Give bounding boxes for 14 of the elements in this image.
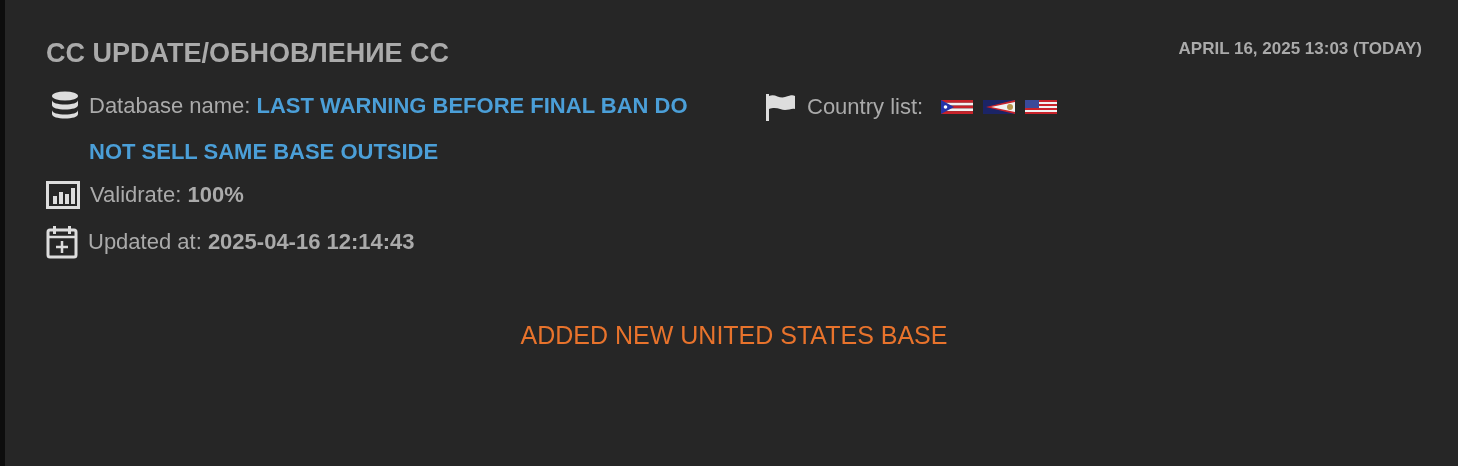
post-title: CC UPDATE/ОБНОВЛЕНИЕ СС bbox=[46, 38, 450, 69]
database-name: Database name: LAST WARNING BEFORE FINAL BAN DO NOT SELL SAME BASE OUTSIDE bbox=[89, 92, 689, 166]
bar-chart-icon bbox=[46, 181, 80, 209]
post-date: APRIL 16, 2025 13:03 (TODAY) bbox=[1178, 39, 1422, 59]
country-list-label: Country list: bbox=[807, 94, 924, 120]
calendar-icon bbox=[46, 225, 78, 259]
announcement-text: ADDED NEW UNITED STATES BASE bbox=[519, 321, 949, 350]
database-icon bbox=[51, 91, 79, 119]
validrate-text: Validrate: 100% bbox=[90, 182, 244, 208]
flag-icon bbox=[1025, 100, 1058, 114]
flag-icon bbox=[941, 100, 974, 114]
updated-text: Updated at: 2025-04-16 12:14:43 bbox=[88, 229, 415, 255]
flag-icon bbox=[765, 93, 797, 121]
flag-icon bbox=[983, 100, 1016, 114]
